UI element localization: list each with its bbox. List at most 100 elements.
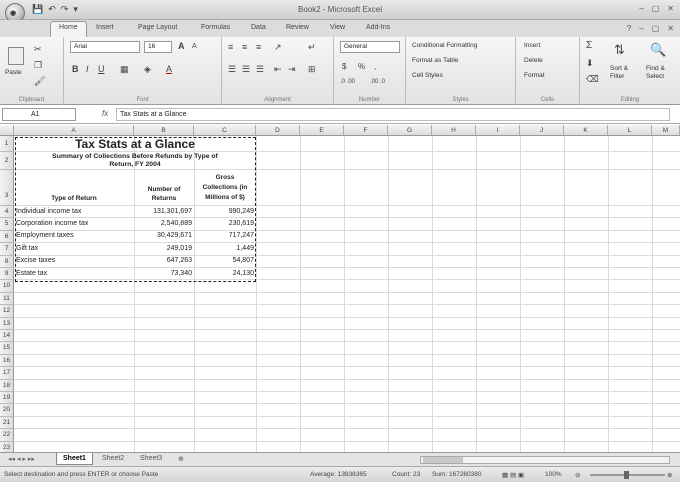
delete-button[interactable]: Delete [524, 57, 543, 64]
sheet-tab-3[interactable]: Sheet3 [134, 453, 168, 464]
find-select-icon[interactable]: 🔍 [650, 43, 666, 56]
insert-sheet-icon[interactable]: ⊕ [172, 453, 190, 465]
view-buttons-icon[interactable]: ▦ ▤ ▣ [502, 471, 524, 479]
row-header[interactable]: 4 [0, 206, 14, 219]
bold-button[interactable]: B [72, 65, 79, 74]
ribbon-restore-icon[interactable]: ▢ [652, 24, 660, 33]
column-header-g[interactable]: G [388, 125, 432, 136]
insert-button[interactable]: Insert [524, 42, 540, 49]
ribbon-minimize-icon[interactable]: – [639, 24, 643, 33]
row-header[interactable]: 17 [0, 367, 14, 380]
copy-icon[interactable]: ❐ [34, 61, 42, 70]
select-label[interactable]: Select [646, 73, 664, 80]
row-header[interactable]: 11 [0, 292, 14, 306]
format-button[interactable]: Format [524, 72, 545, 79]
row-header[interactable]: 7 [0, 243, 14, 256]
minimize-icon[interactable]: – [639, 4, 643, 13]
tab-page-layout[interactable]: Page Layout [138, 24, 177, 31]
cell-styles-button[interactable]: Cell Styles [412, 72, 443, 79]
column-header-d[interactable]: D [256, 125, 300, 136]
row-header[interactable]: 21 [0, 416, 14, 430]
zoom-out-icon[interactable]: ⊖ [575, 471, 580, 479]
worksheet-grid[interactable]: A B C D E F G H I J K L M 1 2 3 4 5 6 7 8 9 10… [0, 125, 680, 452]
align-top-icon[interactable]: ≡ [228, 43, 233, 52]
column-header-c[interactable]: C [194, 125, 256, 136]
row-header[interactable]: 2 [0, 152, 14, 170]
italic-button[interactable]: I [86, 65, 89, 74]
number-format-select[interactable]: General [340, 41, 400, 53]
align-middle-icon[interactable]: ≡ [242, 43, 247, 52]
currency-button[interactable]: $ [342, 63, 346, 71]
row-header[interactable]: 6 [0, 230, 14, 244]
column-header-j[interactable]: J [520, 125, 564, 136]
zoom-slider-thumb[interactable] [624, 471, 629, 479]
column-header-b[interactable]: B [134, 125, 194, 136]
close-icon[interactable]: ✕ [667, 4, 674, 13]
comma-button[interactable]: , [374, 63, 376, 71]
name-box[interactable]: A1 [2, 108, 76, 121]
tab-add-ins[interactable]: Add-Ins [366, 24, 390, 31]
align-bottom-icon[interactable]: ≡ [256, 43, 261, 52]
format-painter-icon[interactable]: 🖌 [34, 77, 45, 86]
clear-icon[interactable]: ⌫ [586, 75, 599, 84]
align-left-icon[interactable]: ☰ [228, 65, 236, 74]
column-header-e[interactable]: E [300, 125, 344, 136]
wrap-text-icon[interactable]: ↵ [308, 43, 316, 52]
tab-review[interactable]: Review [286, 24, 309, 31]
row-header[interactable]: 3 [0, 170, 14, 206]
font-color-icon[interactable]: A [166, 65, 172, 74]
column-header-h[interactable]: H [432, 125, 476, 136]
help-icon[interactable]: ? [627, 24, 631, 33]
column-header-k[interactable]: K [564, 125, 608, 136]
maximize-icon[interactable]: ▢ [652, 4, 660, 13]
zoom-level[interactable]: 100% [545, 471, 562, 478]
cut-icon[interactable]: ✂ [34, 45, 42, 54]
tab-data[interactable]: Data [251, 24, 266, 31]
row-header[interactable]: 12 [0, 305, 14, 318]
row-header[interactable]: 22 [0, 429, 14, 442]
scroll-thumb[interactable] [423, 457, 463, 463]
decrease-decimal-button[interactable]: .00 .0 [370, 79, 385, 85]
row-header[interactable]: 19 [0, 392, 14, 405]
horizontal-scrollbar[interactable] [420, 456, 670, 464]
shrink-font-icon[interactable]: A [192, 43, 197, 50]
column-header-l[interactable]: L [608, 125, 652, 136]
zoom-slider[interactable] [590, 471, 665, 479]
fill-icon[interactable]: ⬇ [586, 59, 594, 68]
tab-home[interactable]: Home [50, 21, 87, 37]
row-header[interactable]: 8 [0, 255, 14, 268]
orientation-icon[interactable]: ↗ [274, 43, 282, 52]
font-size-select[interactable]: 16 [144, 41, 172, 53]
paste-button[interactable]: Paste [5, 69, 22, 76]
column-header-f[interactable]: F [344, 125, 388, 136]
insert-function-icon[interactable]: fx [102, 109, 108, 118]
merge-center-icon[interactable]: ⊞ [308, 65, 316, 74]
borders-icon[interactable]: ▦ [120, 65, 129, 74]
filter-label[interactable]: Filter [610, 73, 624, 80]
row-header[interactable]: 9 [0, 268, 14, 281]
grow-font-icon[interactable]: A [178, 42, 185, 51]
autosum-icon[interactable]: Σ [586, 41, 592, 51]
row-header[interactable]: 15 [0, 342, 14, 355]
row-header[interactable]: 16 [0, 354, 14, 368]
select-all-corner[interactable] [0, 125, 14, 136]
percent-button[interactable]: % [358, 63, 365, 71]
sheet-tab-2[interactable]: Sheet2 [96, 453, 130, 464]
paste-icon[interactable] [8, 47, 24, 65]
row-header[interactable]: 23 [0, 441, 14, 452]
zoom-in-icon[interactable]: ⊕ [667, 471, 672, 479]
column-header-m[interactable]: M [652, 125, 680, 136]
decrease-indent-icon[interactable]: ⇤ [274, 65, 282, 74]
tab-insert[interactable]: Insert [96, 24, 114, 31]
formula-input[interactable]: Tax Stats at a Glance [116, 108, 670, 121]
column-header-a[interactable]: A [14, 125, 134, 136]
row-header[interactable]: 20 [0, 404, 14, 417]
conditional-formatting-button[interactable]: Conditional Formatting [412, 42, 477, 49]
column-header-i[interactable]: I [476, 125, 520, 136]
row-header[interactable]: 1 [0, 136, 14, 152]
row-header[interactable]: 18 [0, 379, 14, 392]
tab-formulas[interactable]: Formulas [201, 24, 230, 31]
fill-color-icon[interactable]: ◈ [144, 65, 151, 74]
row-header[interactable]: 14 [0, 330, 14, 343]
row-header[interactable]: 5 [0, 218, 14, 231]
